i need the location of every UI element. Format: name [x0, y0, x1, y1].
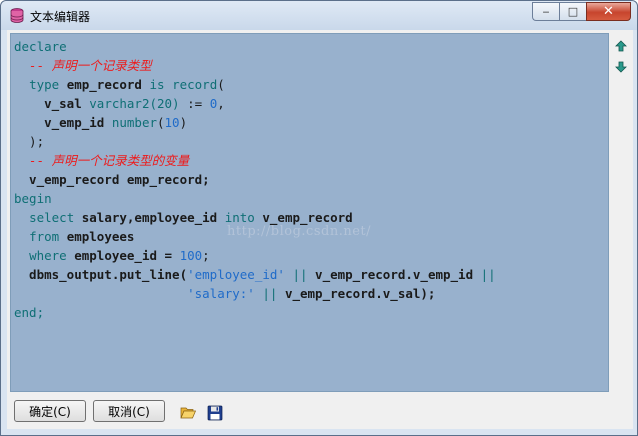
code-text[interactable]: declare -- 声明一个记录类型 type emp_record is r…	[14, 37, 496, 322]
folder-open-icon[interactable]	[180, 405, 196, 421]
minimize-icon: ‒	[542, 5, 550, 18]
cancel-button[interactable]: 取消(C)	[93, 400, 165, 422]
code-token: employee_id =	[66, 248, 180, 263]
code-token: 'salary:'	[187, 286, 255, 301]
code-token: -- 声明一个记录类型	[14, 58, 152, 73]
maximize-button[interactable]: □	[559, 2, 586, 21]
code-line: begin	[14, 189, 496, 208]
code-token: emp_record	[59, 77, 150, 92]
code-token: :=	[179, 96, 210, 111]
code-token: from	[29, 229, 60, 244]
minimize-button[interactable]: ‒	[532, 2, 559, 21]
code-token: 100	[179, 248, 203, 263]
caption-buttons: ‒ □ ✕	[532, 2, 631, 21]
code-token: ;	[202, 248, 210, 263]
code-token: v_emp_record	[254, 210, 353, 225]
code-token: )	[179, 115, 188, 130]
code-token: v_emp_id	[14, 115, 112, 130]
code-line: dbms_output.put_line('employee_id' || v_…	[14, 265, 496, 284]
code-line: where employee_id = 100;	[14, 246, 496, 265]
code-token: v_emp_record.v_sal);	[277, 286, 436, 301]
code-line: -- 声明一个记录类型	[14, 56, 496, 75]
title-bar[interactable]: 文本编辑器 ‒ □ ✕	[1, 1, 637, 30]
code-token: ||	[480, 267, 496, 282]
code-line: declare	[14, 37, 496, 56]
close-icon: ✕	[603, 4, 614, 19]
side-toolbar	[612, 33, 632, 392]
confirm-button[interactable]: 确定(C)	[14, 400, 86, 422]
code-token: ||	[292, 267, 308, 282]
code-line: v_emp_record emp_record;	[14, 170, 496, 189]
confirm-button-label: 确定(C)	[29, 404, 71, 419]
code-line: v_sal varchar2(20) := 0,	[14, 94, 496, 113]
code-token: ||	[262, 286, 278, 301]
code-token: into	[224, 210, 255, 225]
arrow-up-icon	[615, 40, 627, 52]
code-token: ,	[217, 96, 225, 111]
code-token: v_sal	[14, 96, 90, 111]
code-token: 'employee_id'	[187, 267, 285, 282]
bottom-button-bar: 确定(C) 取消(C)	[7, 392, 633, 429]
window-title: 文本编辑器	[30, 10, 91, 24]
code-token: salary,employee_id	[74, 210, 225, 225]
watermark-text: http://blog.csdn.net/	[227, 224, 371, 239]
code-token: record	[172, 77, 218, 92]
floppy-disk-icon[interactable]	[207, 405, 223, 421]
maximize-icon: □	[567, 5, 579, 18]
code-token: 10	[164, 115, 180, 130]
code-token: v_emp_record emp_record;	[14, 172, 210, 187]
code-token: select	[29, 210, 75, 225]
code-token: declare	[14, 39, 67, 54]
code-line: v_emp_id number(10)	[14, 113, 496, 132]
code-token: );	[14, 134, 45, 149]
code-token: type	[29, 77, 60, 92]
database-icon	[10, 8, 24, 23]
move-down-button[interactable]	[614, 60, 628, 74]
code-token: (	[217, 77, 225, 92]
code-token: v_emp_record.v_emp_id	[307, 267, 481, 282]
code-editor[interactable]: declare -- 声明一个记录类型 type emp_record is r…	[10, 33, 609, 392]
code-token: end;	[14, 305, 45, 320]
code-line: type emp_record is record(	[14, 75, 496, 94]
code-token: employees	[59, 229, 135, 244]
code-line: );	[14, 132, 496, 151]
code-token: is	[149, 77, 165, 92]
code-token: number	[111, 115, 157, 130]
client-area: declare -- 声明一个记录类型 type emp_record is r…	[7, 30, 633, 429]
close-button[interactable]: ✕	[586, 2, 631, 21]
code-token: -- 声明一个记录类型的变量	[14, 153, 190, 168]
code-line: -- 声明一个记录类型的变量	[14, 151, 496, 170]
code-token: begin	[14, 191, 52, 206]
cancel-button-label: 取消(C)	[108, 404, 150, 419]
text-editor-window: 文本编辑器 ‒ □ ✕ declare -- 声明一个记录类型 type emp…	[0, 0, 638, 436]
code-token: varchar2(20)	[89, 96, 180, 111]
code-line: end;	[14, 303, 496, 322]
code-line: 'salary:' || v_emp_record.v_sal);	[14, 284, 496, 303]
arrow-down-icon	[615, 61, 627, 73]
code-token: (	[157, 115, 165, 130]
move-up-button[interactable]	[614, 39, 628, 53]
code-token: dbms_output.put_line(	[14, 267, 188, 282]
code-token: where	[29, 248, 67, 263]
